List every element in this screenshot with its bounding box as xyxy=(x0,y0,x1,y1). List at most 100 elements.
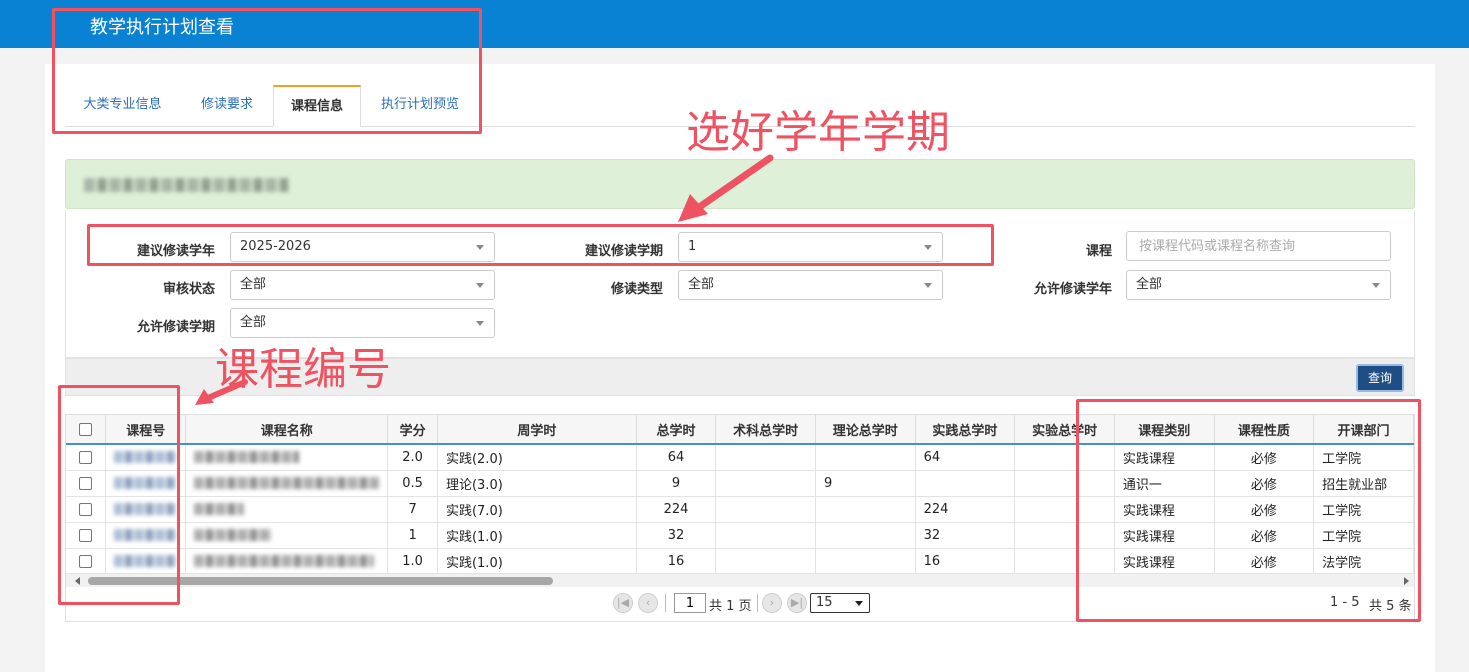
col-practice-hours[interactable]: 实践总学时 xyxy=(915,415,1016,445)
course-name-cell xyxy=(185,548,389,575)
page-size-select[interactable]: 15 xyxy=(810,593,870,613)
course-search-input[interactable] xyxy=(1126,231,1391,261)
lab-hours-cell xyxy=(1014,548,1115,575)
col-course-name[interactable]: 课程名称 xyxy=(185,415,389,445)
table-row[interactable]: 0.5 理论(3.0) 9 9 通识一 必修 招生就业部 xyxy=(66,470,1414,497)
row-select-cell xyxy=(66,470,107,497)
pager-divider xyxy=(665,594,666,612)
course-table: 课程号 课程名称 学分 周学时 总学时 术科总学时 理论总学时 实践总学时 实验… xyxy=(66,415,1414,575)
audit-status-value: 全部 xyxy=(240,277,267,292)
chevron-down-icon xyxy=(476,245,484,250)
col-credit[interactable]: 学分 xyxy=(387,415,438,445)
horizontal-scrollbar[interactable] xyxy=(66,573,1414,587)
chevron-down-icon xyxy=(476,321,484,326)
scroll-left-icon[interactable] xyxy=(75,577,80,585)
row-select-cell xyxy=(66,522,107,549)
tab-requirements[interactable]: 修读要求 xyxy=(183,85,271,127)
redacted-info xyxy=(84,178,289,192)
department-cell: 工学院 xyxy=(1313,444,1414,471)
first-page-icon[interactable]: |◀ xyxy=(613,593,633,613)
redacted-course-name xyxy=(194,529,273,541)
tab-category-major[interactable]: 大类专业信息 xyxy=(65,85,180,127)
course-name-cell xyxy=(185,522,389,549)
course-name-cell xyxy=(185,470,389,497)
allow-year-select[interactable]: 全部 xyxy=(1126,270,1391,300)
suggest-year-value: 2025-2026 xyxy=(240,239,311,254)
col-lab-hours[interactable]: 实验总学时 xyxy=(1014,415,1115,445)
pager: |◀ ‹ 共 1 页 › ▶| 15 1 - 5 共 5 条 xyxy=(66,591,1414,619)
course-name-cell xyxy=(185,444,389,471)
tab-plan-preview[interactable]: 执行计划预览 xyxy=(365,85,475,127)
row-checkbox[interactable] xyxy=(79,502,93,516)
scroll-thumb[interactable] xyxy=(88,577,553,585)
redacted-course-code xyxy=(114,555,177,567)
tab-course-info[interactable]: 课程信息 xyxy=(273,85,361,127)
col-course-category[interactable]: 课程类别 xyxy=(1114,415,1215,445)
record-range: 1 - 5 xyxy=(1330,595,1360,610)
row-checkbox[interactable] xyxy=(79,554,93,568)
chevron-down-icon xyxy=(1372,283,1380,288)
course-code-cell xyxy=(105,444,187,471)
record-total: 共 5 条 xyxy=(1369,599,1412,614)
col-theory-hours[interactable]: 理论总学时 xyxy=(815,415,916,445)
study-type-label: 修读类型 xyxy=(610,282,663,297)
category-cell: 实践课程 xyxy=(1114,444,1215,471)
chevron-down-icon xyxy=(924,283,932,288)
table-row[interactable]: 2.0 实践(2.0) 64 64 实践课程 必修 工学院 xyxy=(66,444,1414,471)
credit-cell: 7 xyxy=(387,496,438,523)
redacted-course-name xyxy=(194,451,300,464)
row-select-cell xyxy=(66,496,107,523)
sport-hours-cell xyxy=(715,522,816,549)
page-number-input[interactable] xyxy=(674,593,706,613)
table-row[interactable]: 7 实践(7.0) 224 224 实践课程 必修 工学院 xyxy=(66,496,1414,523)
weekly-hours-cell: 实践(7.0) xyxy=(437,496,637,523)
audit-status-select[interactable]: 全部 xyxy=(230,270,495,300)
credit-cell: 2.0 xyxy=(387,444,438,471)
next-page-icon[interactable]: › xyxy=(762,593,782,613)
theory-hours-cell xyxy=(815,548,916,575)
col-course-code[interactable]: 课程号 xyxy=(105,415,187,445)
col-course-nature[interactable]: 课程性质 xyxy=(1214,415,1315,445)
allow-year-value: 全部 xyxy=(1136,277,1163,292)
department-cell: 招生就业部 xyxy=(1313,470,1414,497)
weekly-hours-cell: 理论(3.0) xyxy=(437,470,637,497)
prev-page-icon[interactable]: ‹ xyxy=(638,593,658,613)
course-code-cell xyxy=(105,496,187,523)
nature-cell: 必修 xyxy=(1214,444,1315,471)
redacted-course-name xyxy=(194,477,380,489)
category-cell: 通识一 xyxy=(1114,470,1215,497)
suggest-year-select[interactable]: 2025-2026 xyxy=(230,232,495,262)
col-department[interactable]: 开课部门 xyxy=(1313,415,1414,445)
credit-cell: 0.5 xyxy=(387,470,438,497)
sport-hours-cell xyxy=(715,470,816,497)
select-all-checkbox[interactable] xyxy=(79,422,93,436)
row-checkbox[interactable] xyxy=(79,450,93,464)
scroll-right-icon[interactable] xyxy=(1404,577,1409,585)
col-weekly-hours[interactable]: 周学时 xyxy=(437,415,637,445)
chevron-down-icon xyxy=(476,283,484,288)
study-type-select[interactable]: 全部 xyxy=(678,270,943,300)
practice-hours-cell: 16 xyxy=(915,548,1016,575)
col-sport-hours[interactable]: 术科总学时 xyxy=(715,415,816,445)
theory-hours-cell xyxy=(815,496,916,523)
table-row[interactable]: 1 实践(1.0) 32 32 实践课程 必修 工学院 xyxy=(66,522,1414,549)
practice-hours-cell: 224 xyxy=(915,496,1016,523)
total-hours-cell: 224 xyxy=(636,496,717,523)
credit-cell: 1 xyxy=(387,522,438,549)
row-checkbox[interactable] xyxy=(79,476,93,490)
pager-divider xyxy=(757,594,758,612)
suggest-term-select[interactable]: 1 xyxy=(678,232,943,262)
nature-cell: 必修 xyxy=(1214,470,1315,497)
query-button[interactable]: 查询 xyxy=(1356,364,1404,392)
course-grid: 课程号 课程名称 学分 周学时 总学时 术科总学时 理论总学时 实践总学时 实验… xyxy=(65,414,1415,622)
nature-cell: 必修 xyxy=(1214,496,1315,523)
department-cell: 工学院 xyxy=(1313,522,1414,549)
last-page-icon[interactable]: ▶| xyxy=(787,593,807,613)
row-checkbox[interactable] xyxy=(79,528,93,542)
col-total-hours[interactable]: 总学时 xyxy=(636,415,717,445)
app-title: 教学执行计划查看 xyxy=(90,17,234,38)
table-row[interactable]: 1.0 实践(1.0) 16 16 实践课程 必修 法学院 xyxy=(66,548,1414,575)
department-cell: 工学院 xyxy=(1313,496,1414,523)
total-hours-cell: 9 xyxy=(636,470,717,497)
sport-hours-cell xyxy=(715,548,816,575)
